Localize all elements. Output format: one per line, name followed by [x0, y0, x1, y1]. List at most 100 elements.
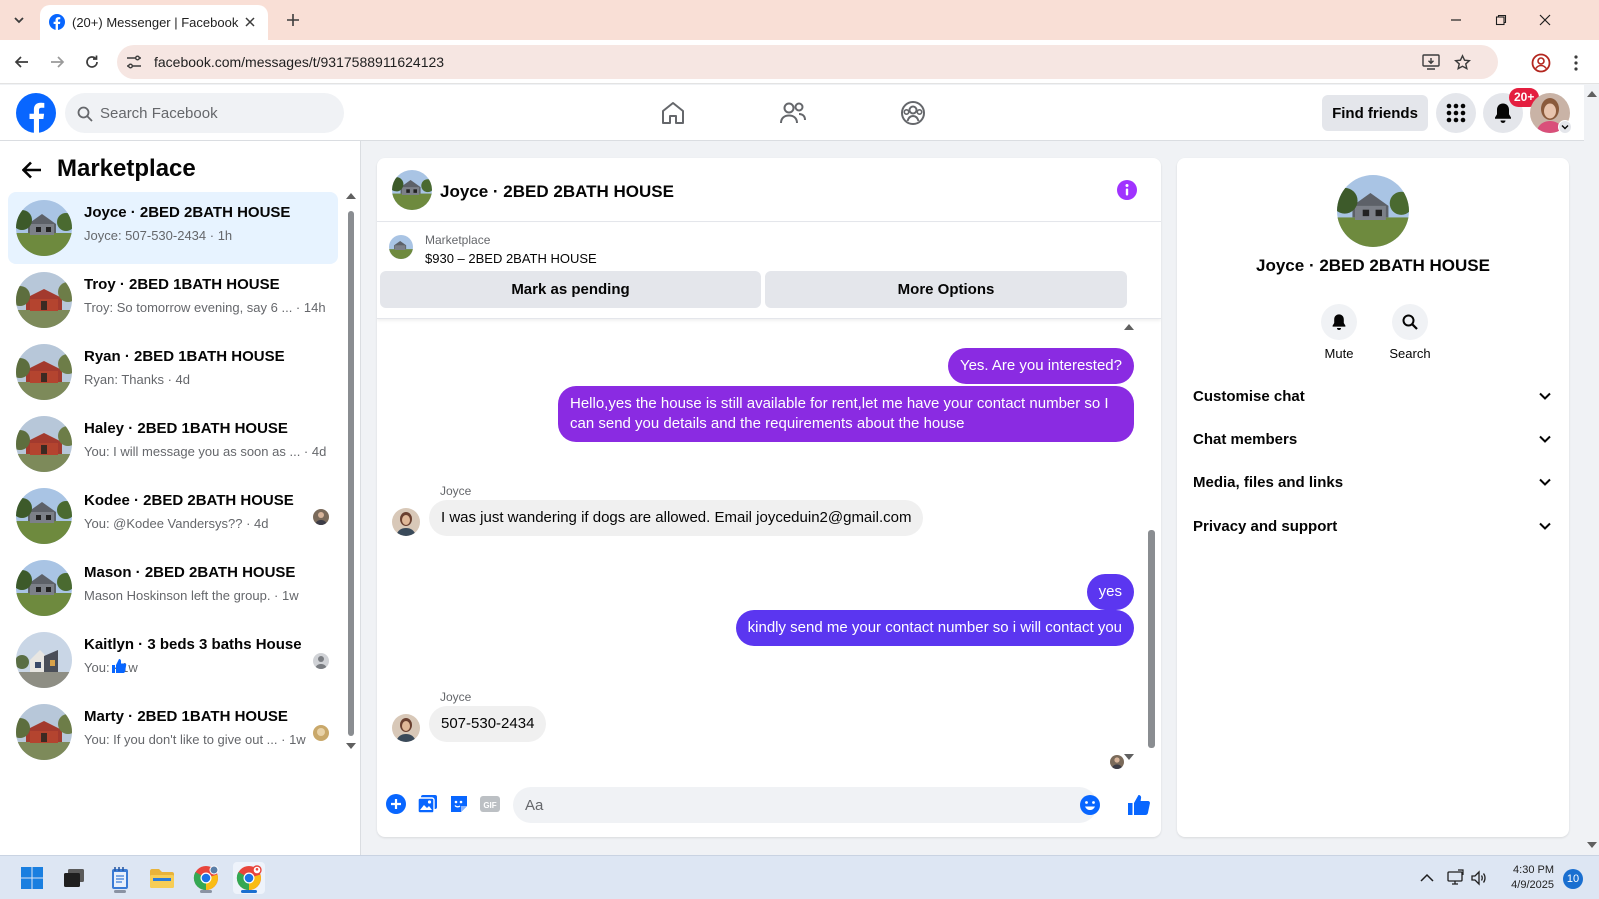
search-input[interactable] — [100, 93, 330, 133]
search-icon — [1392, 304, 1428, 340]
thumbs-up-icon[interactable] — [1127, 793, 1151, 817]
page-scrollbar[interactable] — [1584, 85, 1599, 855]
message-thread: Yes. Are you interested? Hello,yes the h… — [377, 320, 1161, 780]
message-composer: GIF — [377, 780, 1161, 837]
browser-tab[interactable]: (20+) Messenger | Facebook — [40, 5, 268, 40]
facebook-search[interactable] — [65, 93, 344, 133]
forward-icon[interactable] — [45, 50, 69, 74]
clock-date: 4/9/2025 — [1511, 879, 1554, 891]
conversation-item[interactable]: Haley · 2BED 1BATH HOUSE You: I will mes… — [8, 408, 338, 480]
message-input-wrapper[interactable] — [513, 787, 1097, 823]
notification-count-badge[interactable]: 10 — [1563, 869, 1583, 889]
system-clock[interactable]: 4:30 PM 4/9/2025 — [1496, 863, 1554, 893]
running-indicator — [241, 890, 257, 893]
page-title: Marketplace — [57, 155, 196, 182]
friends-icon[interactable] — [778, 98, 808, 128]
outgoing-message[interactable]: yes — [1086, 574, 1134, 610]
conversation-item[interactable]: Marty · 2BED 1BATH HOUSE You: If you don… — [8, 696, 338, 768]
conversation-list: Joyce · 2BED 2BATH HOUSE Joyce: 507-530-… — [8, 192, 338, 768]
clock-time: 4:30 PM — [1513, 864, 1554, 876]
mark-as-pending-button[interactable]: Mark as pending — [380, 271, 761, 308]
kebab-menu-icon[interactable] — [1568, 52, 1584, 74]
gif-icon[interactable]: GIF — [479, 793, 501, 815]
listing-title[interactable]: $930 – 2BED 2BATH HOUSE — [425, 251, 597, 266]
site-info-icon[interactable] — [125, 54, 143, 70]
chrome-profile-icon[interactable] — [233, 862, 265, 894]
file-explorer-icon[interactable] — [146, 862, 178, 894]
network-icon[interactable] — [1446, 869, 1464, 887]
house-thumbnail — [16, 560, 72, 616]
thumbs-up-icon — [111, 658, 127, 674]
home-icon[interactable] — [658, 98, 688, 128]
info-icon[interactable] — [1117, 180, 1137, 200]
customise-chat-section[interactable]: Customise chat — [1193, 380, 1553, 412]
photo-icon[interactable] — [417, 793, 439, 815]
groups-icon[interactable] — [898, 98, 928, 128]
conversation-preview: You: @Kodee Vandersys?? · 4d — [84, 516, 269, 531]
bell-icon — [1321, 304, 1357, 340]
contact-avatar[interactable] — [392, 714, 420, 742]
tab-search-icon[interactable] — [6, 7, 32, 33]
incoming-message[interactable]: 507-530-2434 — [429, 706, 547, 742]
privacy-support-section[interactable]: Privacy and support — [1193, 510, 1553, 542]
message-input[interactable] — [525, 787, 1045, 823]
maximize-icon[interactable] — [1489, 8, 1513, 32]
back-arrow-icon[interactable] — [20, 158, 44, 182]
chevron-up-icon[interactable] — [1418, 869, 1436, 887]
media-files-links-section[interactable]: Media, files and links — [1193, 466, 1553, 498]
menu-grid-icon[interactable] — [1436, 93, 1476, 133]
conversation-item[interactable]: Kodee · 2BED 2BATH HOUSE You: @Kodee Van… — [8, 480, 338, 552]
conversation-item[interactable]: Troy · 2BED 1BATH HOUSE Troy: So tomorro… — [8, 264, 338, 336]
find-friends-button[interactable]: Find friends — [1322, 95, 1428, 131]
scroll-up-arrow[interactable] — [1124, 324, 1134, 330]
outgoing-message[interactable]: Yes. Are you interested? — [947, 348, 1134, 384]
chat-panel: Joyce · 2BED 2BATH HOUSE Marketplace $93… — [377, 158, 1161, 837]
conversation-name: Marty · 2BED 1BATH HOUSE — [84, 708, 288, 725]
close-icon[interactable] — [241, 13, 259, 31]
search-conversation-button[interactable]: Search — [1380, 304, 1440, 361]
house-thumbnail — [16, 632, 72, 688]
scroll-up-arrow[interactable] — [346, 193, 356, 199]
reload-icon[interactable] — [80, 50, 104, 74]
contact-profile-photo[interactable] — [1337, 175, 1409, 247]
conversation-item[interactable]: Joyce · 2BED 2BATH HOUSE Joyce: 507-530-… — [8, 192, 338, 264]
outgoing-message[interactable]: Hello,yes the house is still available f… — [558, 386, 1134, 442]
contact-avatar[interactable] — [392, 508, 420, 536]
mute-button[interactable]: Mute — [1309, 304, 1369, 361]
outgoing-message[interactable]: kindly send me your contact number so i … — [735, 610, 1134, 646]
address-bar[interactable]: facebook.com/messages/t/9317588911624123 — [117, 45, 1498, 79]
profile-icon[interactable] — [1530, 52, 1552, 74]
chat-avatar[interactable] — [392, 170, 432, 210]
search-label: Search — [1389, 346, 1431, 361]
plus-icon[interactable] — [282, 9, 304, 31]
conversation-item[interactable]: Ryan · 2BED 1BATH HOUSE Ryan: Thanks · 4… — [8, 336, 338, 408]
emoji-icon[interactable] — [1079, 794, 1101, 816]
house-thumbnail — [16, 344, 72, 400]
chat-members-section[interactable]: Chat members — [1193, 423, 1553, 455]
sidebar-scrollbar-thumb[interactable] — [348, 211, 354, 736]
chevron-down-icon[interactable] — [1558, 120, 1572, 134]
incoming-message[interactable]: I was just wandering if dogs are allowed… — [429, 500, 924, 536]
chat-info-panel: Joyce · 2BED 2BATH HOUSE Mute Search Cus… — [1177, 158, 1569, 837]
volume-icon[interactable] — [1470, 869, 1488, 887]
chrome-icon[interactable] — [190, 862, 222, 894]
windows-start-icon[interactable] — [16, 862, 48, 894]
conversation-item[interactable]: Mason · 2BED 2BATH HOUSE Mason Hoskinson… — [8, 552, 338, 624]
install-icon[interactable] — [1422, 53, 1440, 71]
conversation-item[interactable]: Kaitlyn · 3 beds 3 baths House You: · 1w — [8, 624, 338, 696]
minimize-icon[interactable] — [1444, 8, 1468, 32]
thread-scrollbar-thumb[interactable] — [1148, 530, 1155, 748]
facebook-logo-icon[interactable] — [16, 93, 56, 133]
back-icon[interactable] — [10, 50, 34, 74]
star-icon[interactable] — [1453, 53, 1471, 71]
marketplace-listing-banner: Marketplace $930 – 2BED 2BATH HOUSE Mark… — [377, 223, 1161, 319]
plus-circle-icon[interactable] — [385, 793, 407, 815]
scroll-down-arrow[interactable] — [1124, 754, 1134, 760]
task-view-icon[interactable] — [58, 862, 90, 894]
notepad-icon[interactable] — [104, 862, 136, 894]
sticker-icon[interactable] — [448, 793, 470, 815]
scroll-down-arrow[interactable] — [346, 743, 356, 749]
close-window-icon[interactable] — [1533, 8, 1557, 32]
more-options-button[interactable]: More Options — [765, 271, 1127, 308]
chat-title[interactable]: Joyce · 2BED 2BATH HOUSE — [440, 182, 674, 202]
